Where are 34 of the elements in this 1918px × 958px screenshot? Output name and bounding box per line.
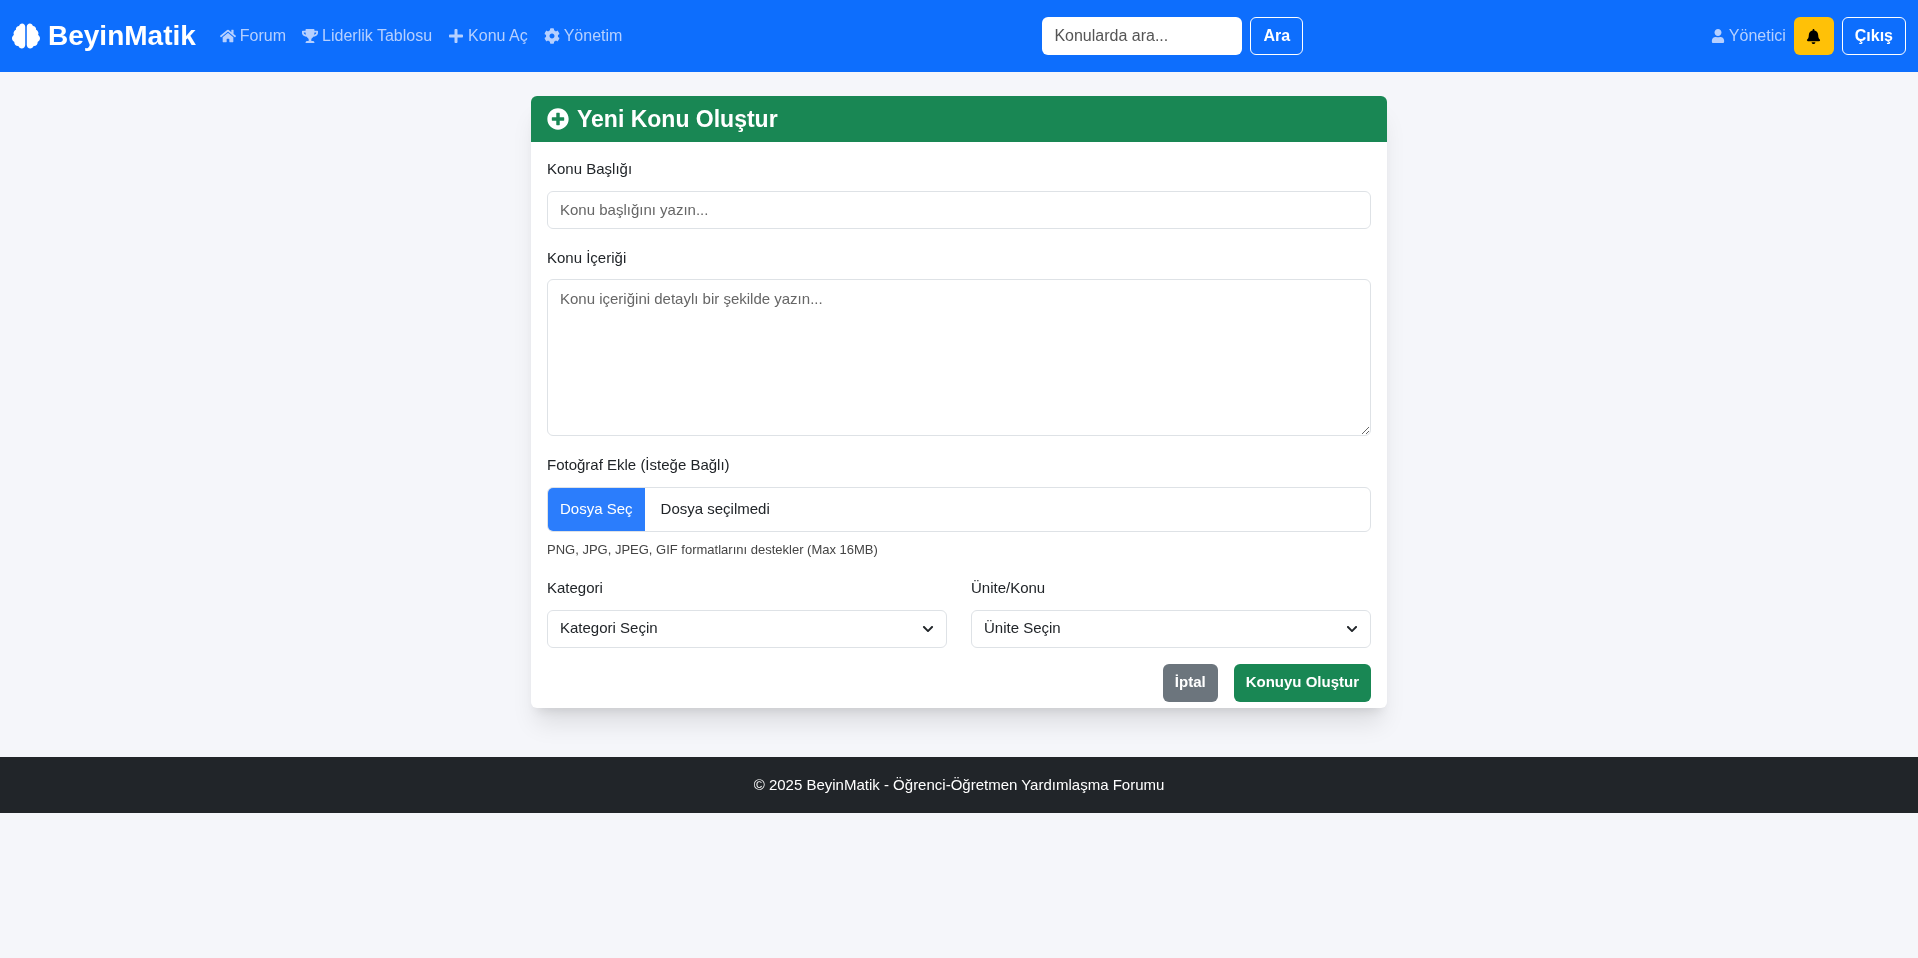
- field-label: Ünite/Konu: [971, 578, 1047, 598]
- field-label: Konu İçeriği: [547, 247, 628, 268]
- create-topic-button[interactable]: Konuyu Oluştur: [1233, 663, 1371, 702]
- nav-link[interactable]: Forum: [219, 24, 287, 48]
- brand-logo[interactable]: BeyinMatik: [48, 15, 196, 57]
- nav-link[interactable]: Yönetim: [543, 24, 623, 48]
- file-hint: PNG, JPG, JPEG, GIF formatlarını destekler (Max 16MB): [547, 540, 879, 559]
- search-button[interactable]: Ara: [1250, 17, 1304, 55]
- user-name[interactable]: Yönetici: [1728, 24, 1786, 48]
- user-icon: [1710, 29, 1725, 43]
- trophy-icon: [302, 28, 319, 44]
- content-textarea[interactable]: Konu içeriğini detaylı bir şekilde yazın...: [547, 279, 1371, 436]
- nav-link[interactable]: Liderlik Tablosu: [302, 24, 433, 48]
- home-icon: [219, 28, 236, 44]
- file-input-field[interactable]: Dosya Seç Dosya seçilmedi: [547, 486, 1371, 532]
- nav-link[interactable]: Konu Aç: [448, 24, 528, 48]
- bell-icon: [1806, 28, 1822, 44]
- choose-file-button[interactable]: Dosya Seç: [548, 487, 645, 531]
- plus-icon: [448, 28, 465, 44]
- field-label: Fotoğraf Ekle (İsteğe Bağlı): [547, 455, 731, 475]
- field-label: Kategori: [547, 578, 604, 598]
- card-title: Yeni Konu Oluştur: [577, 104, 778, 134]
- select-field[interactable]: Ünite Seçin: [971, 609, 1371, 648]
- select-field[interactable]: Kategori Seçin: [547, 609, 947, 648]
- file-status: Dosya seçilmedi: [660, 498, 770, 519]
- search-field[interactable]: Konularda ara...: [1042, 17, 1243, 55]
- settings-icon: [543, 28, 560, 44]
- notification-button[interactable]: [1793, 17, 1834, 55]
- brain-icon: [12, 22, 40, 50]
- field-label: Konu Başlığı: [547, 159, 634, 179]
- footer-text: © 2025 BeyinMatik - Öğrenci-Öğretmen Yardımlaşma Forumu: [753, 774, 1165, 795]
- logout-button[interactable]: Çıkış: [1841, 17, 1906, 55]
- cancel-button[interactable]: İptal: [1162, 663, 1218, 702]
- title-input-field[interactable]: Konu başlığını yazın...: [547, 190, 1371, 229]
